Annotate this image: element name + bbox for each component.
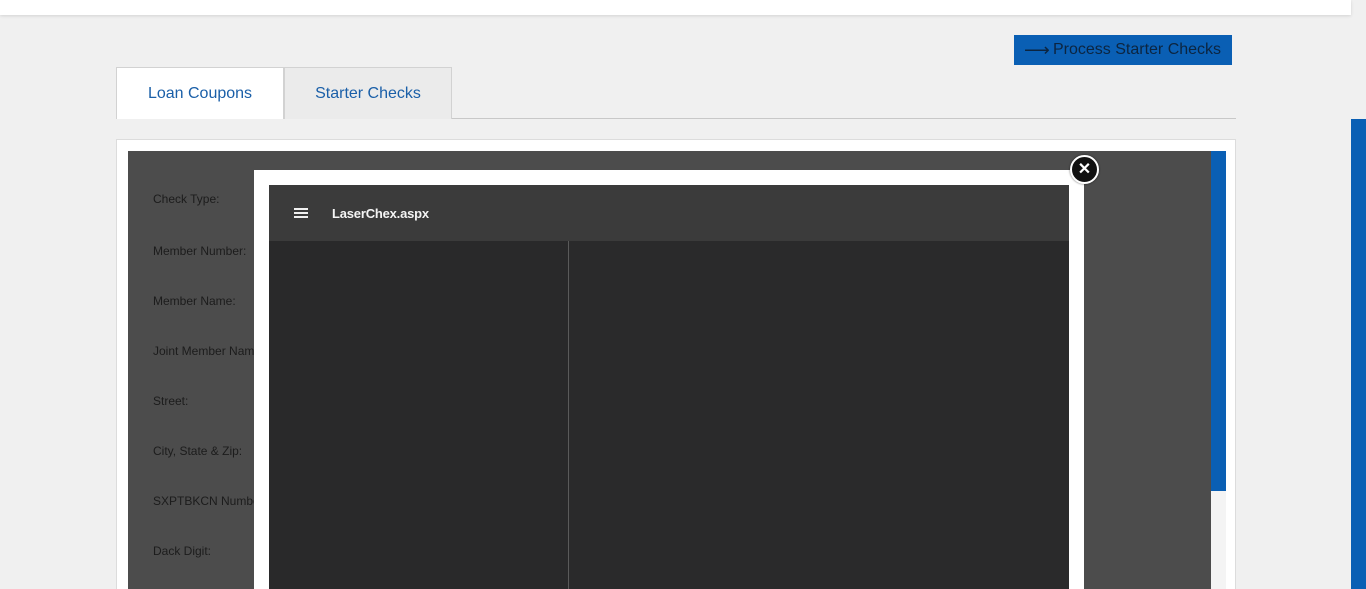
viewer-document-area [570, 241, 1069, 589]
pdf-viewer: LaserChex.aspx [269, 185, 1069, 589]
tab-label: Loan Coupons [147, 84, 253, 102]
viewer-sidebar [269, 241, 569, 589]
tab-starter-checks[interactable]: Starter Checks [284, 67, 452, 119]
process-button-label: Process Starter Checks [1053, 41, 1222, 58]
process-starter-checks-button[interactable]: ⟶ Process Starter Checks [1014, 35, 1232, 65]
tab-label: Starter Checks [315, 84, 421, 102]
city-state-zip-label: City, State & Zip: [153, 444, 243, 458]
panel-side-gap [1211, 491, 1226, 589]
member-name-label: Member Name: [153, 294, 236, 308]
top-header-bar [0, 0, 1351, 15]
panel-side-accent [1211, 151, 1226, 491]
pdf-viewer-modal: LaserChex.aspx [254, 170, 1084, 589]
tab-bar: Loan Coupons Starter Checks [116, 67, 1236, 119]
dack-digit-label: Dack Digit: [153, 544, 212, 558]
tab-loan-coupons[interactable]: Loan Coupons [116, 67, 284, 119]
viewer-document-title: LaserChex.aspx [332, 205, 429, 221]
check-type-label: Check Type: [153, 192, 220, 206]
page-scrollbar[interactable] [1351, 119, 1366, 589]
joint-member-name-label: Joint Member Name: [153, 344, 265, 358]
member-number-label: Member Number: [153, 244, 247, 258]
close-icon[interactable]: ✕ [1070, 155, 1099, 184]
street-label: Street: [153, 394, 189, 408]
sxptbkcn-number-label: SXPTBKCN Number: [153, 494, 268, 508]
hamburger-menu-icon[interactable] [294, 208, 308, 218]
arrow-right-icon: ⟶ [1024, 39, 1050, 60]
viewer-toolbar: LaserChex.aspx [269, 185, 1069, 241]
